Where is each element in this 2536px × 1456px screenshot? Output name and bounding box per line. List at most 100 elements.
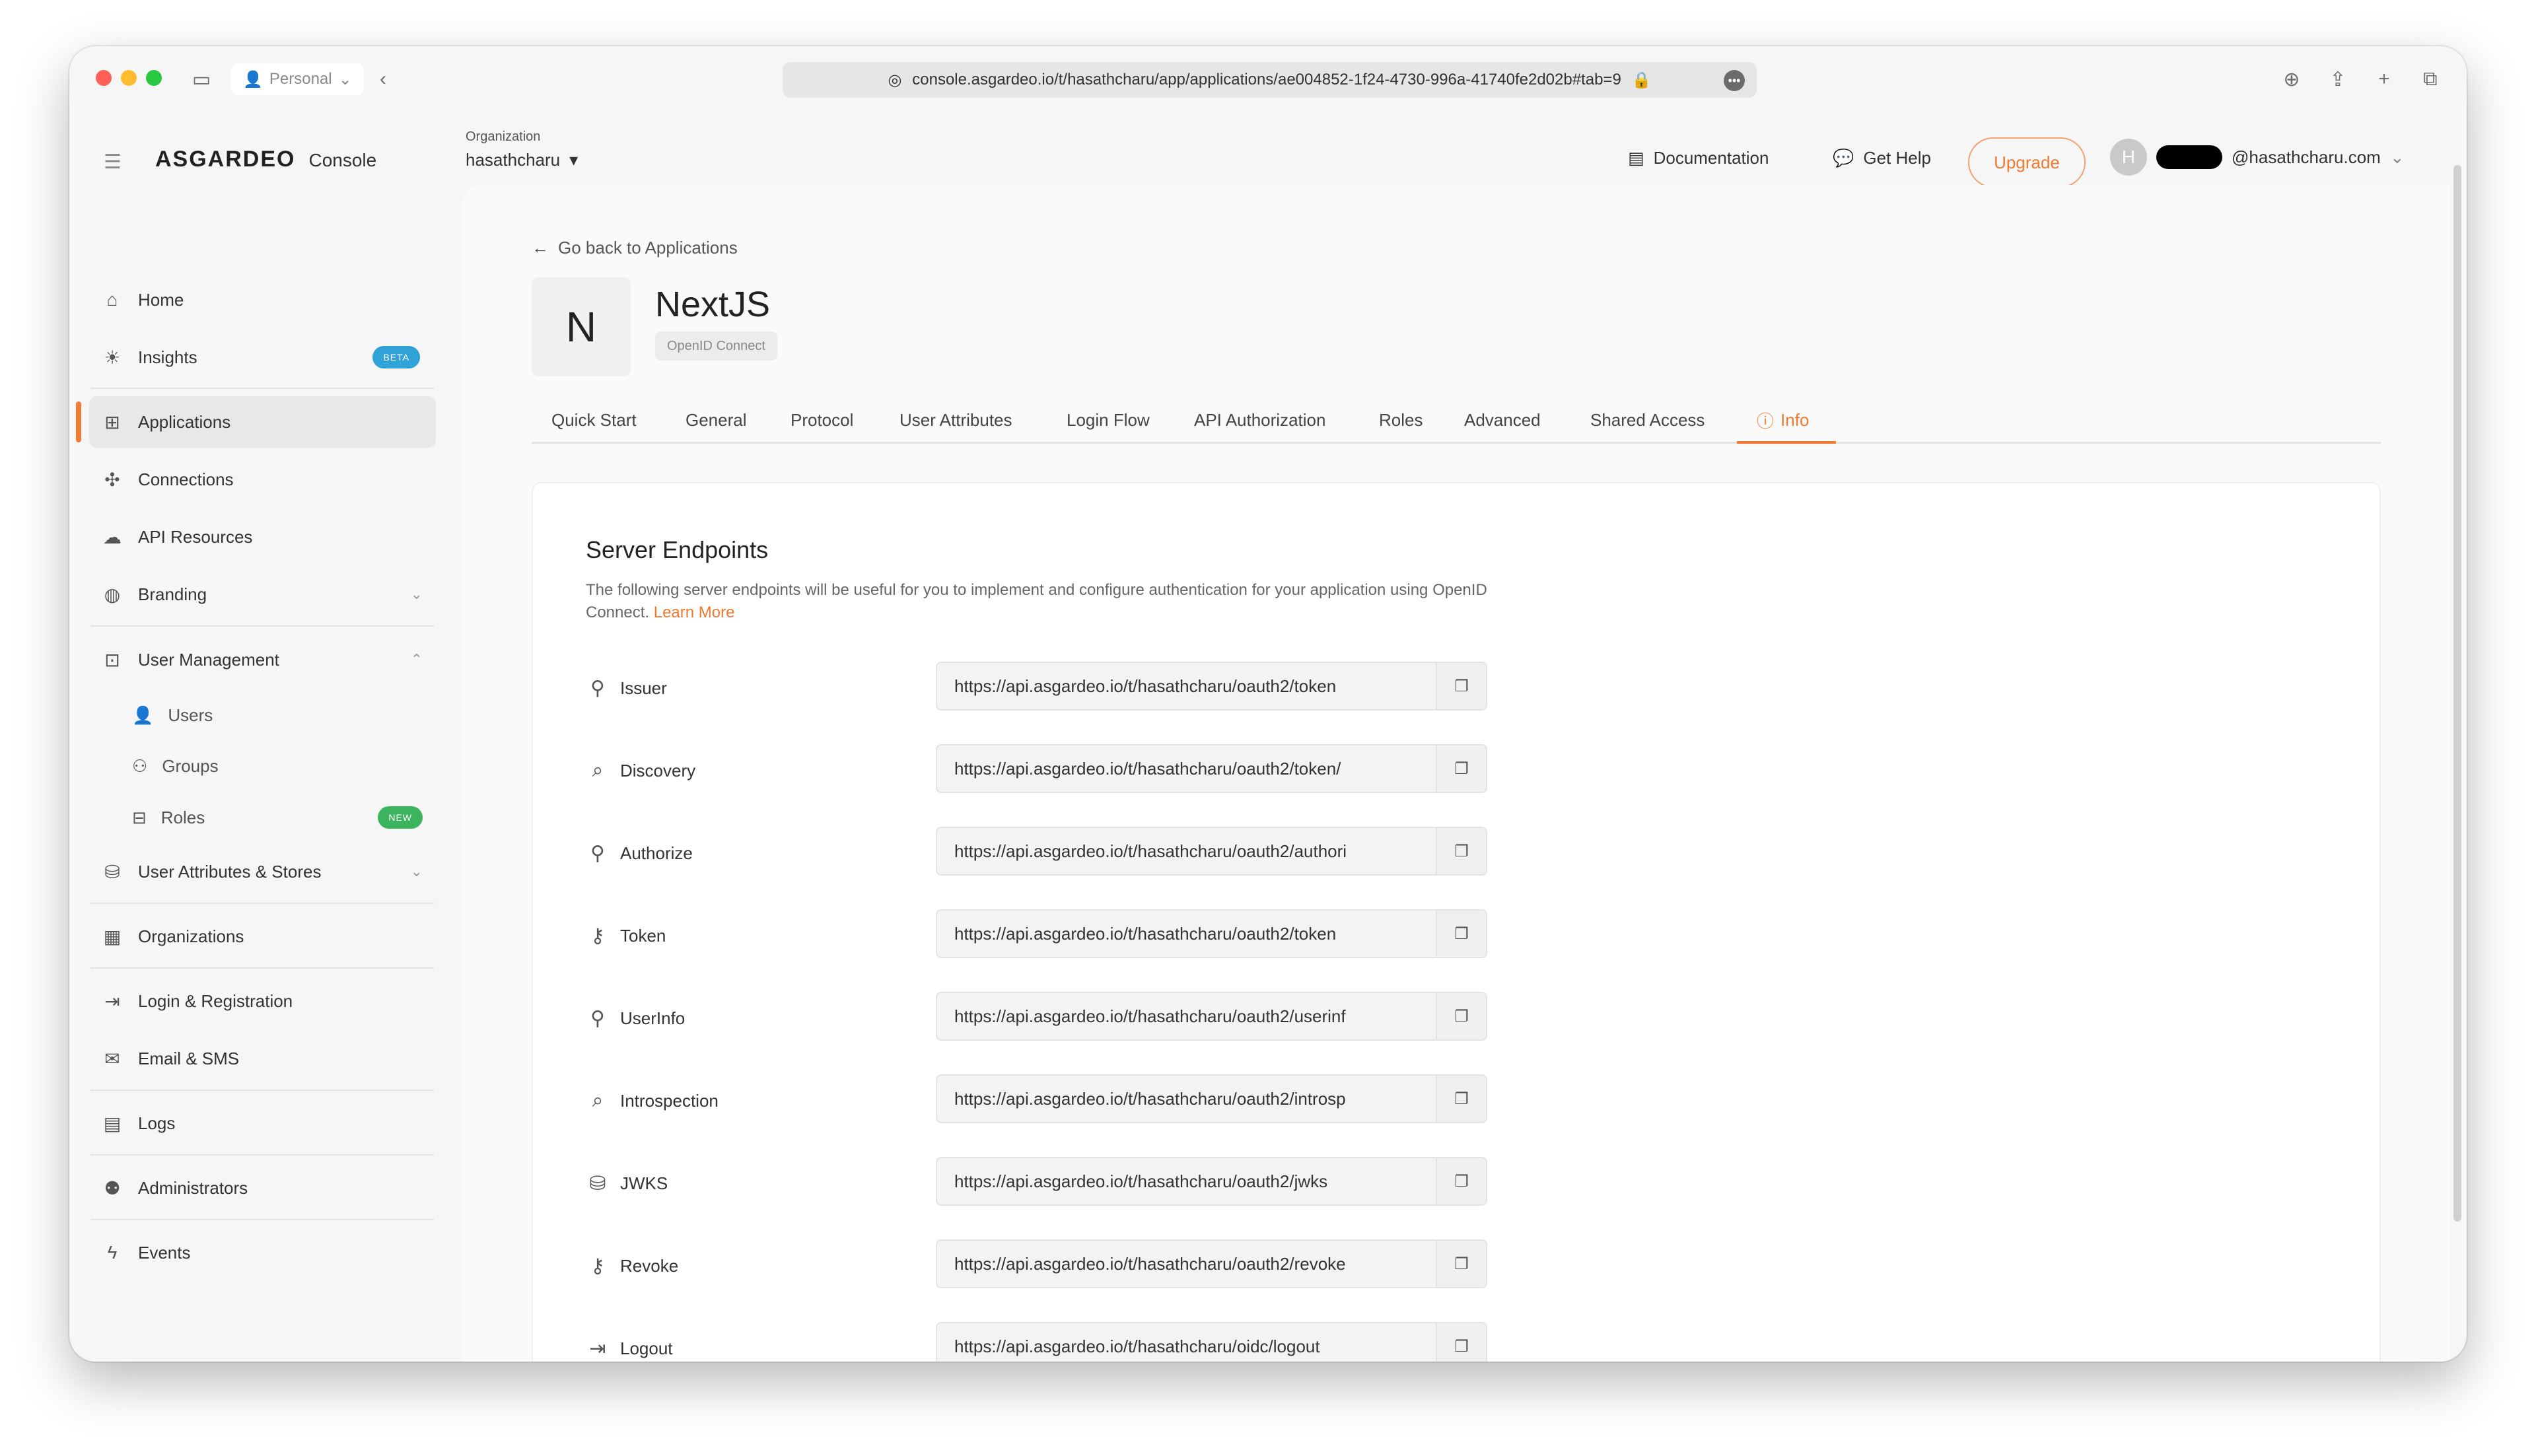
endpoint-value[interactable]: https://api.asgardeo.io/t/hasathcharu/oa… bbox=[937, 676, 1436, 697]
sidebar-item-applications[interactable]: ⊞ Applications bbox=[89, 396, 436, 448]
tab-login-flow[interactable]: Login Flow bbox=[1067, 396, 1150, 444]
endpoint-value[interactable]: https://api.asgardeo.io/t/hasathcharu/oa… bbox=[937, 1089, 1436, 1109]
organization-switcher[interactable]: Organization hasathcharu ▾ bbox=[466, 129, 578, 170]
document-icon: ▤ bbox=[1628, 148, 1644, 168]
copy-icon[interactable]: ❐ bbox=[1436, 993, 1486, 1039]
minimize-window-button[interactable] bbox=[121, 70, 137, 86]
scrollbar[interactable] bbox=[2453, 165, 2461, 1222]
endpoint-field[interactable]: https://api.asgardeo.io/t/hasathcharu/oa… bbox=[936, 992, 1487, 1041]
endpoint-field[interactable]: https://api.asgardeo.io/t/hasathcharu/oi… bbox=[936, 1322, 1487, 1362]
tab-advanced[interactable]: Advanced bbox=[1464, 396, 1541, 444]
endpoint-value[interactable]: https://api.asgardeo.io/t/hasathcharu/oa… bbox=[937, 1006, 1436, 1027]
tab-protocol[interactable]: Protocol bbox=[791, 396, 853, 444]
sidebar-item-groups[interactable]: ⚇ Groups bbox=[132, 743, 436, 789]
copy-icon[interactable]: ❐ bbox=[1436, 663, 1486, 709]
back-to-applications-link[interactable]: ← Go back to Applications bbox=[532, 238, 738, 258]
copy-icon[interactable]: ❐ bbox=[1436, 828, 1486, 874]
share-icon[interactable]: ⇪ bbox=[2325, 66, 2351, 92]
zoom-window-button[interactable] bbox=[146, 70, 162, 86]
endpoint-field[interactable]: https://api.asgardeo.io/t/hasathcharu/oa… bbox=[936, 827, 1487, 876]
close-window-button[interactable] bbox=[96, 70, 112, 86]
sidebar-item-user-attributes-stores[interactable]: ⛁ User Attributes & Stores ⌄ bbox=[89, 846, 436, 897]
documentation-link[interactable]: ▤ Documentation bbox=[1628, 148, 1769, 168]
tab-api-authorization[interactable]: API Authorization bbox=[1194, 396, 1325, 444]
sidebar-item-home[interactable]: ⌂ Home bbox=[89, 274, 436, 326]
new-tab-icon[interactable]: + bbox=[2371, 66, 2397, 92]
tab-shared-access[interactable]: Shared Access bbox=[1590, 396, 1705, 444]
download-icon[interactable]: ⊕ bbox=[2278, 66, 2305, 92]
endpoint-field[interactable]: https://api.asgardeo.io/t/hasathcharu/oa… bbox=[936, 662, 1487, 711]
chat-icon: 💬 bbox=[1833, 148, 1854, 168]
endpoint-value[interactable]: https://api.asgardeo.io/t/hasathcharu/oa… bbox=[937, 1254, 1436, 1274]
endpoint-value[interactable]: https://api.asgardeo.io/t/hasathcharu/oa… bbox=[937, 759, 1436, 779]
tab-overview-icon[interactable]: ⧉ bbox=[2417, 66, 2444, 92]
sidebar-item-email-sms[interactable]: ✉ Email & SMS bbox=[89, 1033, 436, 1084]
documentation-label: Documentation bbox=[1653, 148, 1769, 168]
endpoint-label: JWKS bbox=[620, 1173, 668, 1193]
database-icon: ⛁ bbox=[104, 861, 120, 882]
sidebar-item-logs[interactable]: ▤ Logs bbox=[89, 1097, 436, 1149]
sidebar-item-api-resources[interactable]: ☁ API Resources bbox=[89, 511, 436, 563]
browser-toolbar: ▭ 👤 Personal ⌄ ‹ ◎ console.asgardeo.io/t… bbox=[69, 46, 2467, 112]
tab-general[interactable]: General bbox=[686, 396, 747, 444]
user-menu[interactable]: H @hasathcharu.com ⌄ bbox=[2110, 139, 2405, 176]
endpoint-row-token: ⚷ Token https://api.asgardeo.io/t/hasathc… bbox=[586, 909, 1510, 962]
endpoint-value[interactable]: https://api.asgardeo.io/t/hasathcharu/oi… bbox=[937, 1336, 1436, 1357]
sidebar-toggle-icon[interactable]: ▭ bbox=[188, 66, 215, 92]
chevron-down-icon: ⌄ bbox=[410, 586, 423, 602]
divider bbox=[90, 388, 434, 389]
tab-quick-start[interactable]: Quick Start bbox=[551, 396, 637, 444]
sidebar-item-events[interactable]: ϟ Events bbox=[89, 1227, 436, 1278]
more-icon[interactable]: ••• bbox=[1724, 70, 1745, 91]
section-title: Server Endpoints bbox=[586, 536, 769, 563]
address-bar[interactable]: ◎ console.asgardeo.io/t/hasathcharu/app/… bbox=[783, 62, 1757, 98]
endpoint-field[interactable]: https://api.asgardeo.io/t/hasathcharu/oa… bbox=[936, 744, 1487, 793]
endpoint-value[interactable]: https://api.asgardeo.io/t/hasathcharu/oa… bbox=[937, 841, 1436, 862]
sidebar-item-insights[interactable]: ☀ Insights BETA bbox=[89, 331, 436, 383]
learn-more-link[interactable]: Learn More bbox=[654, 604, 735, 621]
sidebar-item-connections[interactable]: ✣ Connections bbox=[89, 454, 436, 505]
tab-label: Info bbox=[1780, 409, 1810, 430]
logo[interactable]: ASGARDEO Console bbox=[155, 147, 376, 172]
tab-roles[interactable]: Roles bbox=[1379, 396, 1423, 444]
copy-icon[interactable]: ❐ bbox=[1436, 1076, 1486, 1122]
tab-user-attributes[interactable]: User Attributes bbox=[899, 396, 1012, 444]
endpoint-field[interactable]: https://api.asgardeo.io/t/hasathcharu/oa… bbox=[936, 1239, 1487, 1288]
divider bbox=[90, 903, 434, 904]
endpoint-field[interactable]: https://api.asgardeo.io/t/hasathcharu/oa… bbox=[936, 1157, 1487, 1206]
endpoint-label: Introspection bbox=[620, 1090, 719, 1111]
sidebar-item-user-management[interactable]: ⊡ User Management ⌃ bbox=[89, 634, 436, 685]
copy-icon[interactable]: ❐ bbox=[1436, 1241, 1486, 1287]
get-help-link[interactable]: 💬 Get Help bbox=[1833, 148, 1931, 168]
building-icon: ▦ bbox=[103, 926, 122, 947]
grid-icon: ⊞ bbox=[104, 411, 120, 433]
sidebar-item-branding[interactable]: ◍ Branding ⌄ bbox=[89, 569, 436, 620]
copy-icon[interactable]: ❐ bbox=[1436, 1323, 1486, 1362]
user-management-icon: ⊡ bbox=[104, 649, 120, 670]
endpoint-value[interactable]: https://api.asgardeo.io/t/hasathcharu/oa… bbox=[937, 924, 1436, 944]
copy-icon[interactable]: ❐ bbox=[1436, 1158, 1486, 1204]
sidebar-item-login-registration[interactable]: ⇥ Login & Registration bbox=[89, 975, 436, 1027]
sidebar-item-users[interactable]: 👤 Users bbox=[132, 692, 436, 738]
sidebar-item-organizations[interactable]: ▦ Organizations bbox=[89, 911, 436, 962]
sidebar-item-administrators[interactable]: ⚉ Administrators bbox=[89, 1162, 436, 1214]
back-arrow-icon[interactable]: ‹ bbox=[370, 66, 396, 92]
endpoint-field[interactable]: https://api.asgardeo.io/t/hasathcharu/oa… bbox=[936, 1074, 1487, 1123]
copy-icon[interactable]: ❐ bbox=[1436, 745, 1486, 792]
sidebar-item-label: Users bbox=[168, 705, 213, 725]
authorize-icon: ⚲ bbox=[590, 842, 605, 864]
organization-name: hasathcharu bbox=[466, 150, 561, 170]
sidebar-item-label: Email & SMS bbox=[138, 1048, 240, 1068]
home-icon: ⌂ bbox=[106, 289, 118, 310]
divider bbox=[90, 625, 434, 627]
sidebar-item-roles[interactable]: ⊟ Roles NEW bbox=[132, 794, 436, 841]
endpoint-label: Issuer bbox=[620, 677, 667, 698]
tab-info[interactable]: ⓘ Info bbox=[1757, 396, 1809, 444]
profile-switcher[interactable]: 👤 Personal ⌄ bbox=[231, 63, 364, 95]
upgrade-button[interactable]: Upgrade bbox=[1968, 137, 2086, 188]
endpoint-value[interactable]: https://api.asgardeo.io/t/hasathcharu/oa… bbox=[937, 1171, 1436, 1192]
copy-icon[interactable]: ❐ bbox=[1436, 911, 1486, 957]
logs-icon: ▤ bbox=[103, 1113, 122, 1134]
endpoint-field[interactable]: https://api.asgardeo.io/t/hasathcharu/oa… bbox=[936, 909, 1487, 958]
menu-icon[interactable]: ☰ bbox=[104, 151, 122, 174]
